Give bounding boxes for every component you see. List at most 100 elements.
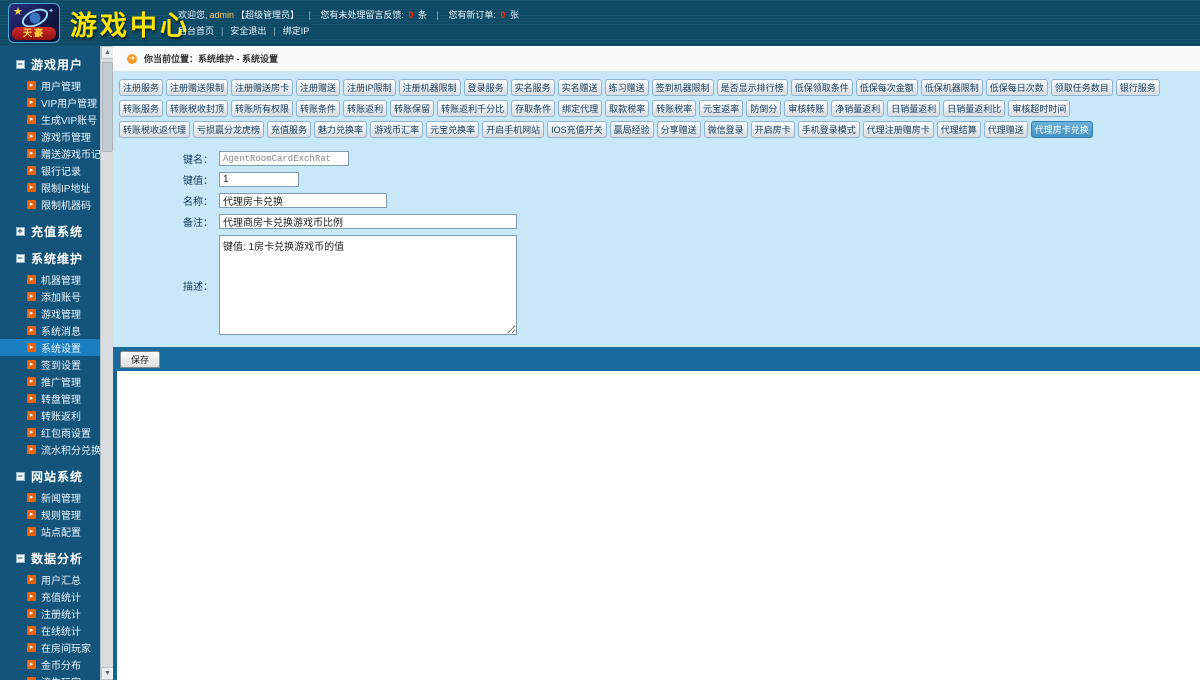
tab-button[interactable]: IOS充值开关 <box>547 121 607 138</box>
tab-button[interactable]: 签到机器限制 <box>651 79 714 96</box>
tab-button[interactable]: 元宝兑换率 <box>426 121 480 138</box>
tab-button[interactable]: 转账服务 <box>119 100 164 117</box>
field-input[interactable] <box>219 214 517 229</box>
field-input[interactable] <box>219 151 349 166</box>
sidebar-item[interactable]: ▸ 红包雨设置 <box>0 424 100 441</box>
sidebar-item[interactable]: ▸ 用户汇总 <box>0 571 100 588</box>
tab-button[interactable]: 练习赠送 <box>604 79 649 96</box>
tab-button[interactable]: 转账返利千分比 <box>437 100 509 117</box>
collapse-icon[interactable]: − <box>16 253 25 263</box>
sidebar-item[interactable]: ▸ 生成VIP账号 <box>0 111 100 128</box>
header-link[interactable]: 后台首页 <box>178 26 214 36</box>
sidebar-item[interactable]: ▸ 站点配置 <box>0 523 100 540</box>
tab-button[interactable]: 日销量返利比 <box>943 100 1006 117</box>
sidebar-item[interactable]: ▸ 赠送游戏币记录 <box>0 145 100 162</box>
sidebar-item[interactable]: ▸ 新闻管理 <box>0 489 100 506</box>
tab-button[interactable]: 银行服务 <box>1115 79 1160 96</box>
sidebar-item[interactable]: ▸ 转盘管理 <box>0 390 100 407</box>
tab-button[interactable]: 转账返利 <box>343 100 388 117</box>
sidebar-item[interactable]: ▸ 充值统计 <box>0 588 100 605</box>
sidebar-item[interactable]: ▸ 规则管理 <box>0 506 100 523</box>
sidebar-item[interactable]: ▸ 在线统计 <box>0 622 100 639</box>
sidebar-section[interactable]: − 系统维护 <box>16 249 100 267</box>
tab-button[interactable]: 元宝返率 <box>699 100 744 117</box>
tab-button[interactable]: 开启房卡 <box>750 121 795 138</box>
tab-button[interactable]: 是否显示排行榜 <box>716 79 788 96</box>
collapse-icon[interactable]: − <box>16 59 25 69</box>
tab-button[interactable]: 注册IP限制 <box>343 79 396 96</box>
sidebar-section[interactable]: − 网站系统 <box>16 467 100 485</box>
sidebar-item[interactable]: ▸ 金币分布 <box>0 656 100 673</box>
expand-icon[interactable]: + <box>16 226 25 236</box>
tab-button[interactable]: 审核超时时间 <box>1008 100 1071 117</box>
description-textarea[interactable]: 键值: 1房卡兑换游戏币的值 <box>219 235 517 335</box>
sidebar-item[interactable]: ▸ 限制机器码 <box>0 196 100 213</box>
field-input[interactable] <box>219 172 299 187</box>
tab-button[interactable]: 赢局经验 <box>609 121 654 138</box>
tab-button[interactable]: 存取条件 <box>511 100 556 117</box>
tab-button[interactable]: 代理房卡兑换 <box>1030 121 1093 138</box>
tab-button[interactable]: 转账保留 <box>390 100 435 117</box>
tab-button[interactable]: 注册服务 <box>119 79 164 96</box>
sidebar-item[interactable]: ▸ 系统设置 <box>0 339 100 356</box>
tab-button[interactable]: 低保每日次数 <box>985 79 1048 96</box>
tab-button[interactable]: 分享赠送 <box>656 121 701 138</box>
sidebar-item[interactable]: ▸ 签到设置 <box>0 356 100 373</box>
tab-button[interactable]: 取款税率 <box>605 100 650 117</box>
sidebar-item[interactable]: ▸ VIP用户管理 <box>0 94 100 111</box>
tab-button[interactable]: 转账税率 <box>652 100 697 117</box>
tab-button[interactable]: 实名赠送 <box>557 79 602 96</box>
tab-button[interactable]: 开启手机网站 <box>482 121 545 138</box>
tab-button[interactable]: 转账税收封顶 <box>166 100 229 117</box>
tab-button[interactable]: 手机登录模式 <box>797 121 860 138</box>
header-link[interactable]: 安全退出 <box>230 26 266 36</box>
sidebar-item[interactable]: ▸ 游戏管理 <box>0 305 100 322</box>
tab-button[interactable]: 日销量返利 <box>887 100 941 117</box>
sidebar-item[interactable]: ▸ 转账返利 <box>0 407 100 424</box>
tab-button[interactable]: 转账税收返代理 <box>119 121 191 138</box>
tab-button[interactable]: 代理结算 <box>936 121 981 138</box>
tab-button[interactable]: 充值服务 <box>267 121 312 138</box>
sidebar-item[interactable]: ▸ 流水积分兑换 <box>0 441 100 458</box>
tab-button[interactable]: 注册赠送房卡 <box>231 79 294 96</box>
tab-button[interactable]: 低保领取条件 <box>790 79 853 96</box>
tab-button[interactable]: 低保每次金额 <box>855 79 918 96</box>
tab-button[interactable]: 代理注册赠房卡 <box>862 121 934 138</box>
sidebar-item[interactable]: ▸流失玩家 <box>0 673 100 680</box>
tab-button[interactable]: 注册机器限制 <box>398 79 461 96</box>
field-input[interactable] <box>219 193 387 208</box>
tab-button[interactable]: 注册赠送 <box>296 79 341 96</box>
sidebar-item[interactable]: ▸ 注册统计 <box>0 605 100 622</box>
header-link[interactable]: 绑定IP <box>283 26 310 36</box>
save-button[interactable]: 保存 <box>120 350 161 368</box>
sidebar-item[interactable]: ▸ 系统消息 <box>0 322 100 339</box>
tab-button[interactable]: 游戏币汇率 <box>370 121 424 138</box>
sidebar-item[interactable]: ▸ 游戏币管理 <box>0 128 100 145</box>
tab-button[interactable]: 微信登录 <box>703 121 748 138</box>
tab-button[interactable]: 审核转账 <box>784 100 829 117</box>
collapse-icon[interactable]: − <box>16 553 25 563</box>
tab-button[interactable]: 实名服务 <box>510 79 555 96</box>
sidebar-item[interactable]: ▸ 用户管理 <box>0 77 100 94</box>
sidebar-scrollbar[interactable]: ▲ ▼ <box>100 46 114 680</box>
sidebar-section[interactable]: − 数据分析 <box>16 549 100 567</box>
scrollbar-thumb[interactable] <box>102 62 113 152</box>
tab-button[interactable]: 低保机器限制 <box>920 79 983 96</box>
tab-button[interactable]: 绑定代理 <box>558 100 603 117</box>
sidebar-item[interactable]: ▸ 在房间玩家 <box>0 639 100 656</box>
sidebar-item[interactable]: ▸ 推广管理 <box>0 373 100 390</box>
tab-button[interactable]: 亏损赢分龙虎榜 <box>193 121 265 138</box>
sidebar-section[interactable]: − 游戏用户 <box>16 55 100 73</box>
tab-button[interactable]: 领取任务数目 <box>1050 79 1113 96</box>
sidebar-item[interactable]: ▸ 限制IP地址 <box>0 179 100 196</box>
tab-button[interactable]: 代理赠送 <box>983 121 1028 138</box>
tab-button[interactable]: 注册赠送限制 <box>166 79 229 96</box>
sidebar-section[interactable]: + 充值系统 <box>16 222 100 240</box>
tab-button[interactable]: 转账所有权限 <box>231 100 294 117</box>
sidebar-item[interactable]: ▸ 添加账号 <box>0 288 100 305</box>
collapse-icon[interactable]: − <box>16 471 25 481</box>
tab-button[interactable]: 防倒分 <box>746 100 782 117</box>
tab-button[interactable]: 魅力兑换率 <box>314 121 368 138</box>
tab-button[interactable]: 净销量返利 <box>831 100 885 117</box>
tab-button[interactable]: 转账条件 <box>296 100 341 117</box>
